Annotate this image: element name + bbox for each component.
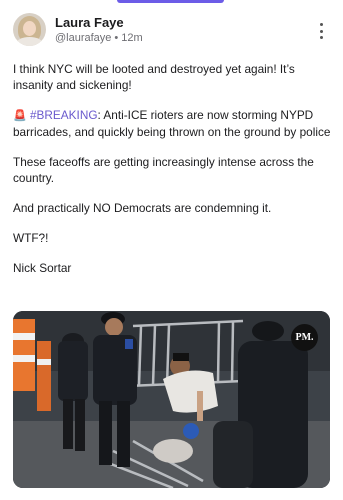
author-meta: @laurafaye • 12m	[55, 32, 143, 44]
post-paragraph-6: Nick Sortar	[13, 261, 72, 275]
avatar-face	[23, 21, 36, 36]
more-options-icon[interactable]	[318, 23, 324, 39]
avatar-shoulders	[16, 37, 43, 46]
author-name[interactable]: Laura Faye	[55, 15, 124, 30]
police-light-icon: 🚨	[13, 110, 27, 122]
post-paragraph-3: These faceoffs are getting increasingly …	[13, 155, 318, 185]
post-paragraph-2: 🚨 #BREAKING: Anti-ICE rioters are now st…	[13, 107, 335, 140]
post-paragraph-5: WTF?!	[13, 231, 49, 245]
media-scene	[13, 311, 330, 488]
hashtag-breaking[interactable]: #BREAKING	[30, 108, 98, 122]
post-header: Laura Faye @laurafaye • 12m	[13, 13, 330, 49]
post-paragraph-1: I think NYC will be looted and destroyed…	[13, 62, 299, 92]
publisher-watermark: PM.	[291, 324, 318, 351]
post-body: I think NYC will be looted and destroyed…	[13, 61, 335, 290]
meta-separator: •	[114, 32, 119, 44]
active-tab-indicator	[117, 0, 224, 3]
post-time: 12m	[121, 32, 143, 44]
post-paragraph-4: And practically NO Democrats are condemn…	[13, 201, 272, 215]
avatar[interactable]	[13, 13, 46, 46]
author-handle[interactable]: @laurafaye	[55, 32, 111, 44]
post-media-image[interactable]: PM.	[13, 311, 330, 488]
